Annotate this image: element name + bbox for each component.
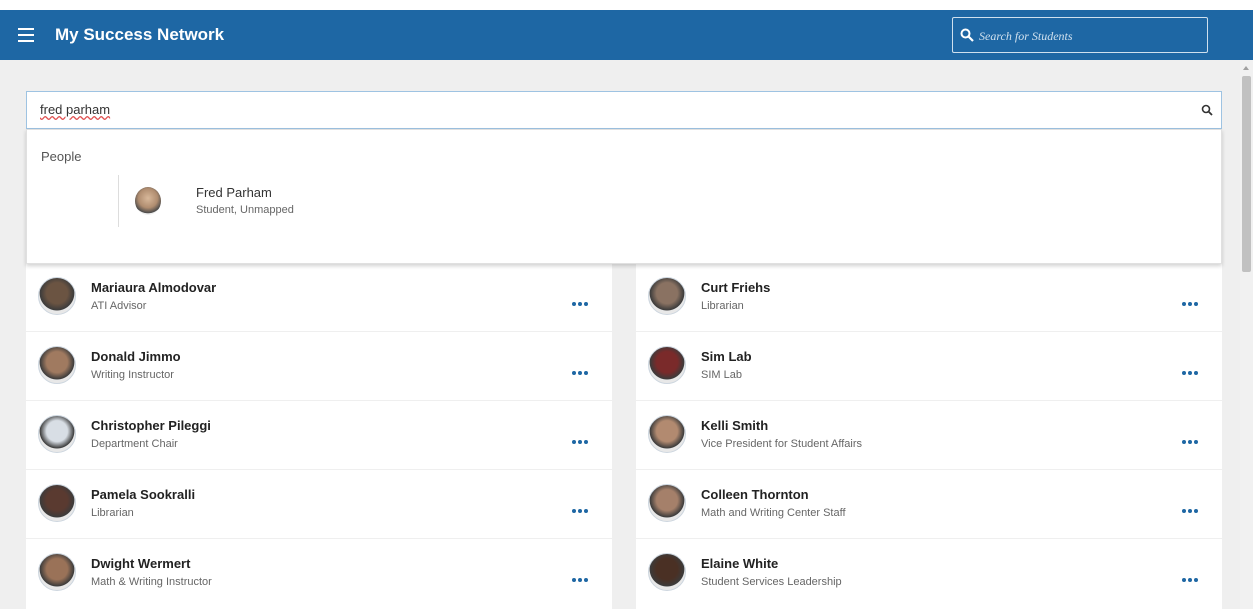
more-options-icon[interactable] <box>1182 569 1200 582</box>
contact-card[interactable]: Colleen Thornton Math and Writing Center … <box>636 470 1222 538</box>
contact-card[interactable]: Kelli Smith Vice President for Student Af… <box>636 401 1222 469</box>
contact-role: Student Services Leadership <box>701 576 842 588</box>
avatar <box>648 277 686 315</box>
avatar <box>648 415 686 453</box>
contact-role: Librarian <box>91 507 134 519</box>
result-name: Fred Parham <box>196 185 272 200</box>
avatar <box>38 553 76 591</box>
contact-name: Elaine White <box>701 556 779 571</box>
more-options-icon[interactable] <box>1182 431 1200 444</box>
people-search-input[interactable]: fred parham <box>26 91 1222 129</box>
contact-card[interactable]: Pamela Sookralli Librarian <box>26 470 612 538</box>
more-options-icon[interactable] <box>1182 362 1200 375</box>
more-options-icon[interactable] <box>572 569 590 582</box>
more-options-icon[interactable] <box>1182 293 1200 306</box>
avatar <box>648 346 686 384</box>
search-value: fred parham <box>40 102 111 117</box>
top-bar: My Success Network Search for Students <box>0 10 1253 60</box>
contact-name: Kelli Smith <box>701 418 769 433</box>
contact-role: Librarian <box>701 300 744 312</box>
page: My Success Network Search for Students f… <box>0 0 1253 609</box>
contact-card[interactable]: Donald Jimmo Writing Instructor <box>26 332 612 400</box>
contact-role: Writing Instructor <box>91 369 174 381</box>
avatar <box>38 484 76 522</box>
contact-role: Vice President for Student Affairs <box>701 438 863 450</box>
search-result-item[interactable]: Fred Parham Student, Unmapped <box>118 175 378 227</box>
scrollbar[interactable] <box>1240 60 1253 609</box>
search-icon[interactable] <box>1201 104 1213 116</box>
contact-name: Mariaura Almodovar <box>91 280 217 295</box>
contact-card[interactable]: Christopher Pileggi Department Chair <box>26 401 612 469</box>
app-title: My Success Network <box>55 25 225 44</box>
contact-name: Sim Lab <box>701 349 752 364</box>
contact-card[interactable]: Mariaura Almodovar ATI Advisor <box>26 263 612 331</box>
more-options-icon[interactable] <box>572 362 590 375</box>
contact-name: Curt Friehs <box>701 280 771 295</box>
avatar <box>38 415 76 453</box>
contact-name: Christopher Pileggi <box>91 418 211 433</box>
contact-name: Colleen Thornton <box>701 487 809 502</box>
scroll-up-icon[interactable] <box>1243 66 1249 70</box>
avatar <box>135 187 161 215</box>
result-role: Student, Unmapped <box>196 204 294 216</box>
avatar <box>38 277 76 315</box>
contact-role: Math & Writing Instructor <box>91 576 212 588</box>
contact-role: Department Chair <box>91 438 178 450</box>
more-options-icon[interactable] <box>572 500 590 513</box>
hamburger-icon[interactable] <box>18 28 34 42</box>
contact-role: ATI Advisor <box>91 300 147 312</box>
avatar <box>38 346 76 384</box>
contact-name: Pamela Sookralli <box>91 487 196 502</box>
scrollbar-thumb[interactable] <box>1242 76 1251 272</box>
search-results-dropdown: People Fred Parham Student, Unmapped <box>26 129 1222 264</box>
contact-name: Donald Jimmo <box>91 349 181 364</box>
search-icon <box>960 28 974 42</box>
more-options-icon[interactable] <box>572 293 590 306</box>
more-options-icon[interactable] <box>572 431 590 444</box>
avatar <box>648 553 686 591</box>
student-search-input[interactable]: Search for Students <box>952 17 1208 53</box>
contact-card[interactable]: Elaine White Student Services Leadership <box>636 539 1222 609</box>
contact-name: Dwight Wermert <box>91 556 191 571</box>
contact-role: SIM Lab <box>701 369 742 381</box>
results-section-label: People <box>41 149 82 164</box>
contact-card[interactable]: Sim Lab SIM Lab <box>636 332 1222 400</box>
student-search-placeholder: Search for Students <box>979 29 1073 43</box>
contact-card[interactable]: Dwight Wermert Math & Writing Instructor <box>26 539 612 609</box>
contact-card[interactable]: Curt Friehs Librarian <box>636 263 1222 331</box>
contact-role: Math and Writing Center Staff <box>701 507 846 519</box>
more-options-icon[interactable] <box>1182 500 1200 513</box>
avatar <box>648 484 686 522</box>
